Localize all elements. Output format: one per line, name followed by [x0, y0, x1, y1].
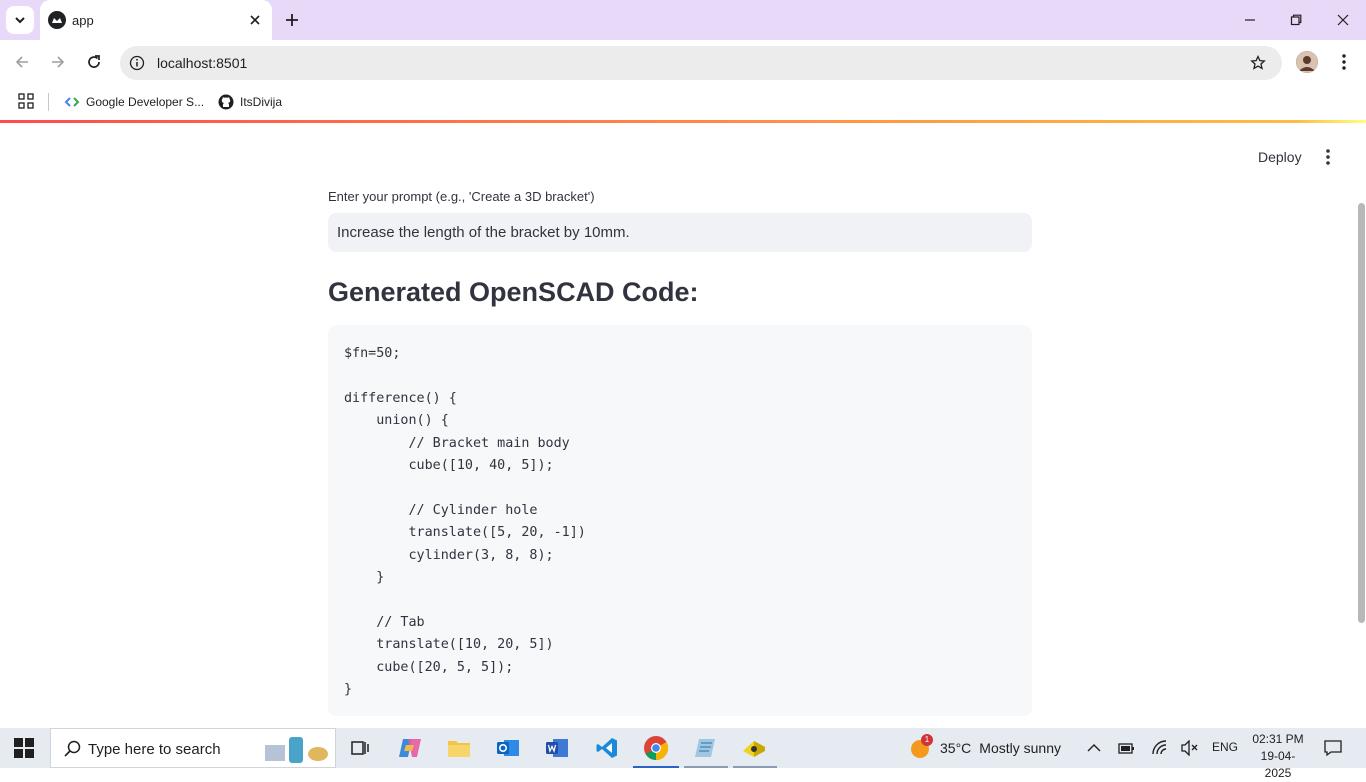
- outlook-icon[interactable]: [494, 734, 522, 762]
- volume-muted-icon[interactable]: [1180, 738, 1200, 758]
- weather-badge: 1: [921, 734, 933, 746]
- close-window-icon[interactable]: [1331, 8, 1355, 32]
- new-tab-icon[interactable]: [280, 8, 304, 32]
- notifications-icon[interactable]: [1323, 738, 1343, 758]
- page-heading: Generated OpenSCAD Code:: [328, 277, 699, 307]
- search-highlight-icon: [263, 733, 329, 765]
- github-icon: [218, 94, 234, 110]
- browser-tab-strip: app: [0, 0, 1366, 40]
- streamlit-app: Deploy Enter your prompt (e.g., 'Create …: [0, 123, 1366, 728]
- battery-icon[interactable]: [1116, 738, 1136, 758]
- copilot-icon[interactable]: [396, 734, 424, 762]
- browser-tab[interactable]: app: [40, 0, 272, 40]
- search-icon: [63, 739, 83, 759]
- page-scrollbar[interactable]: [1358, 203, 1365, 623]
- browser-menu-icon[interactable]: [1334, 50, 1354, 74]
- back-icon[interactable]: [10, 50, 34, 74]
- profile-avatar[interactable]: [1296, 51, 1318, 73]
- bookmark-separator: [48, 93, 49, 111]
- forward-icon[interactable]: [46, 50, 70, 74]
- windows-start-icon[interactable]: [14, 738, 34, 758]
- bookmark-google-developers[interactable]: Google Developer S...: [64, 92, 204, 112]
- taskbar-clock[interactable]: 02:31 PM 19-04-2025: [1250, 731, 1306, 782]
- chevron-up-icon[interactable]: [1084, 738, 1104, 758]
- close-tab-icon[interactable]: [246, 11, 264, 29]
- notepad-app-icon[interactable]: [691, 734, 719, 762]
- restore-icon[interactable]: [1284, 8, 1308, 32]
- deploy-button[interactable]: Deploy: [1248, 145, 1312, 169]
- chrome-icon[interactable]: [642, 734, 670, 762]
- bookmark-star-icon[interactable]: [1248, 53, 1268, 73]
- google-developers-icon: [64, 97, 80, 107]
- apps-grid-icon[interactable]: [18, 93, 34, 109]
- app-main-menu-icon[interactable]: [1318, 145, 1338, 169]
- search-placeholder: Type here to search: [88, 741, 221, 758]
- code-text: $fn=50; difference() { union() { // Brac…: [344, 346, 586, 698]
- weather-description: Mostly sunny: [979, 740, 1061, 756]
- taskbar: Type here to search 1 35°C Mostly sunny …: [0, 728, 1366, 780]
- weather-widget[interactable]: 1 35°C Mostly sunny: [910, 734, 1061, 759]
- openscad-icon[interactable]: [740, 734, 768, 762]
- address-bar[interactable]: localhost:8501: [120, 46, 1282, 80]
- tab-title: app: [72, 13, 94, 28]
- streamlit-favicon-icon: [48, 11, 66, 29]
- sun-icon: 1: [910, 734, 933, 759]
- minimize-icon[interactable]: [1238, 8, 1262, 32]
- bookmark-label: ItsDivija: [240, 95, 283, 109]
- file-explorer-icon[interactable]: [445, 734, 473, 762]
- bookmark-label: Google Developer S...: [86, 95, 205, 109]
- task-view-icon[interactable]: [346, 734, 374, 762]
- taskbar-search[interactable]: Type here to search: [50, 728, 336, 768]
- clock-date: 19-04-2025: [1260, 749, 1296, 780]
- prompt-input[interactable]: [328, 213, 1032, 252]
- language-indicator[interactable]: ENG: [1212, 740, 1238, 754]
- code-block: $fn=50; difference() { union() { // Brac…: [328, 325, 1032, 716]
- bookmarks-bar: Google Developer S... ItsDivija: [0, 86, 1366, 118]
- reload-icon[interactable]: [82, 50, 106, 74]
- wifi-icon[interactable]: [1150, 738, 1170, 758]
- site-info-icon[interactable]: [128, 54, 146, 72]
- word-icon[interactable]: [543, 734, 571, 762]
- vscode-icon[interactable]: [593, 734, 621, 762]
- browser-toolbar: localhost:8501: [0, 40, 1366, 86]
- clock-time: 02:31 PM: [1252, 732, 1304, 746]
- chevron-down-icon: [15, 17, 25, 24]
- weather-temp: 35°C: [940, 740, 972, 756]
- prompt-label: Enter your prompt (e.g., 'Create a 3D br…: [328, 189, 595, 204]
- url-text: localhost:8501: [157, 55, 248, 71]
- tab-search-button[interactable]: [6, 6, 34, 34]
- bookmark-itsdivija[interactable]: ItsDivija: [218, 92, 282, 112]
